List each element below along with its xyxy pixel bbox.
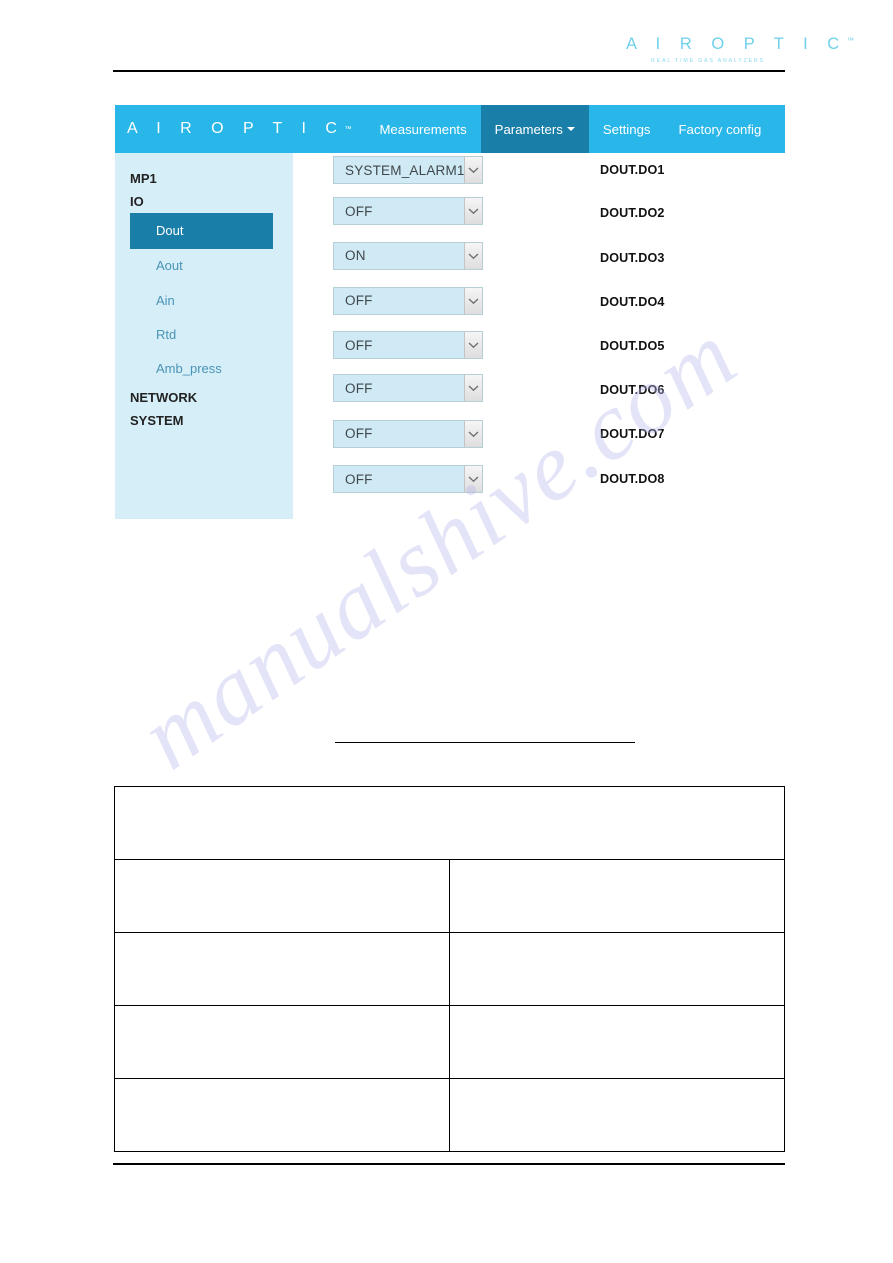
table-row [114, 1078, 785, 1152]
dout-do1-select[interactable]: SYSTEM_ALARM1 [333, 156, 483, 184]
sidebar-item-ain[interactable]: Ain [130, 284, 273, 318]
tab-measurements-label: Measurements [379, 121, 467, 137]
document-page: A I R O P T I C™ REAL TIME GAS ANALYZERS… [0, 0, 893, 1263]
sidebar-group-io: IO [130, 194, 144, 209]
table-cell [114, 1005, 450, 1079]
sidebar-group-network: NETWORK [130, 390, 198, 406]
sidebar-item-amb-press[interactable]: Amb_press [130, 352, 273, 386]
navbar-brand-text: A I R O P T I C [127, 120, 345, 137]
dout-do2-label: DOUT.DO2 [600, 206, 665, 221]
chevron-down-icon[interactable] [464, 198, 482, 225]
dout-do8-value: OFF [345, 471, 373, 487]
dout-do6-value: OFF [345, 380, 373, 396]
dout-do6-label: DOUT.DO6 [600, 383, 665, 398]
table-cell [449, 932, 785, 1006]
navbar-brand[interactable]: A I R O P T I C ™ [115, 105, 351, 153]
document-brand-mark: A I R O P T I C™ REAL TIME GAS ANALYZERS [620, 36, 854, 64]
dout-do4-select[interactable]: OFF [333, 286, 483, 315]
dout-do7-label: DOUT.DO7 [600, 426, 665, 441]
brand-wordmark: A I R O P T I C™ [620, 36, 854, 53]
dout-do3-value: ON [345, 248, 366, 264]
dout-do5-select[interactable]: OFF [333, 331, 483, 360]
table-row [114, 786, 785, 860]
tab-about[interactable]: About [775, 105, 837, 153]
tab-factory-config[interactable]: Factory config [665, 105, 776, 153]
table-cell [449, 1005, 785, 1079]
reference-table [114, 786, 785, 1152]
dout-do2-value: OFF [345, 203, 373, 219]
tab-parameters[interactable]: Parameters [480, 105, 589, 153]
footer-divider [113, 1163, 785, 1165]
chevron-down-icon[interactable] [464, 332, 482, 359]
navbar-spacer [351, 105, 365, 153]
mid-divider [335, 742, 635, 744]
brand-tagline: REAL TIME GAS ANALYZERS [651, 57, 765, 64]
tab-measurements[interactable]: Measurements [365, 105, 480, 153]
table-cell [449, 1078, 785, 1152]
form-row: OFF DOUT.DO5 [333, 330, 785, 374]
dout-do6-select[interactable]: OFF [333, 374, 483, 403]
form-row: ON DOUT.DO3 [333, 241, 785, 286]
dout-do8-select[interactable]: OFF [333, 465, 483, 494]
navbar-trademark-icon: ™ [344, 125, 352, 133]
brand-wordmark-text: A I R O P T I C [626, 35, 847, 53]
chevron-down-icon [566, 127, 575, 131]
form-row: OFF DOUT.DO8 [333, 463, 785, 507]
navbar-items: Measurements Parameters Settings Factory… [365, 105, 837, 153]
chevron-down-icon[interactable] [464, 242, 482, 269]
dout-do1-value: SYSTEM_ALARM1 [345, 162, 464, 178]
navbar: A I R O P T I C ™ Measurements Parameters… [115, 105, 824, 153]
sidebar-item-aout[interactable]: Aout [130, 249, 273, 283]
tab-settings[interactable]: Settings [589, 105, 665, 153]
table-row [114, 1005, 785, 1079]
dout-do3-label: DOUT.DO3 [600, 250, 665, 265]
brand-trademark-icon: ™ [846, 37, 854, 45]
dout-form: SYSTEM_ALARM1 DOUT.DO1 OFF DOUT.DO2 ON D… [333, 153, 785, 507]
dout-do2-select[interactable]: OFF [333, 197, 483, 226]
table-cell [114, 859, 450, 933]
tab-parameters-label: Parameters [494, 121, 563, 137]
form-row: OFF DOUT.DO7 [333, 419, 785, 463]
dout-do5-label: DOUT.DO5 [600, 339, 665, 354]
chevron-down-icon[interactable] [464, 157, 482, 183]
dout-do8-label: DOUT.DO8 [600, 472, 665, 487]
chevron-down-icon[interactable] [464, 375, 482, 402]
chevron-down-icon[interactable] [464, 287, 482, 314]
tab-factory-config-label: Factory config [678, 121, 762, 137]
tab-settings-label: Settings [602, 121, 651, 137]
table-cell [114, 1078, 450, 1152]
sidebar-item-rtd[interactable]: Rtd [130, 318, 273, 352]
dout-do3-select[interactable]: ON [333, 241, 483, 270]
tab-about-label: About [789, 121, 824, 137]
sidebar-group-mp1: MP1 [130, 171, 157, 186]
chevron-down-icon[interactable] [464, 466, 482, 493]
app-body: MP1 IO Dout Aout Ain Rtd Amb_press NETWO… [115, 153, 785, 525]
sidebar-item-dout[interactable]: Dout [130, 213, 273, 250]
table-row [114, 932, 785, 1006]
table-cell [114, 786, 785, 860]
dout-do7-select[interactable]: OFF [333, 419, 483, 448]
dout-do5-value: OFF [345, 337, 373, 353]
sidebar: MP1 IO Dout Aout Ain Rtd Amb_press NETWO… [115, 153, 293, 519]
table-cell [114, 932, 450, 1006]
chevron-down-icon[interactable] [464, 420, 482, 447]
dout-do4-label: DOUT.DO4 [600, 294, 665, 309]
sidebar-group-system: SYSTEM [130, 413, 184, 429]
table-row [114, 859, 785, 933]
header-divider [113, 70, 785, 72]
dout-do4-value: OFF [345, 293, 373, 309]
application-screenshot: A I R O P T I C ™ Measurements Parameters… [115, 105, 824, 525]
table-cell [449, 859, 785, 933]
form-row: OFF DOUT.DO6 [333, 374, 785, 418]
form-row: SYSTEM_ALARM1 DOUT.DO1 [333, 153, 785, 197]
dout-do7-value: OFF [345, 426, 373, 442]
dout-do1-label: DOUT.DO1 [600, 163, 665, 177]
form-row: OFF DOUT.DO2 [333, 197, 785, 241]
form-row: OFF DOUT.DO4 [333, 286, 785, 330]
